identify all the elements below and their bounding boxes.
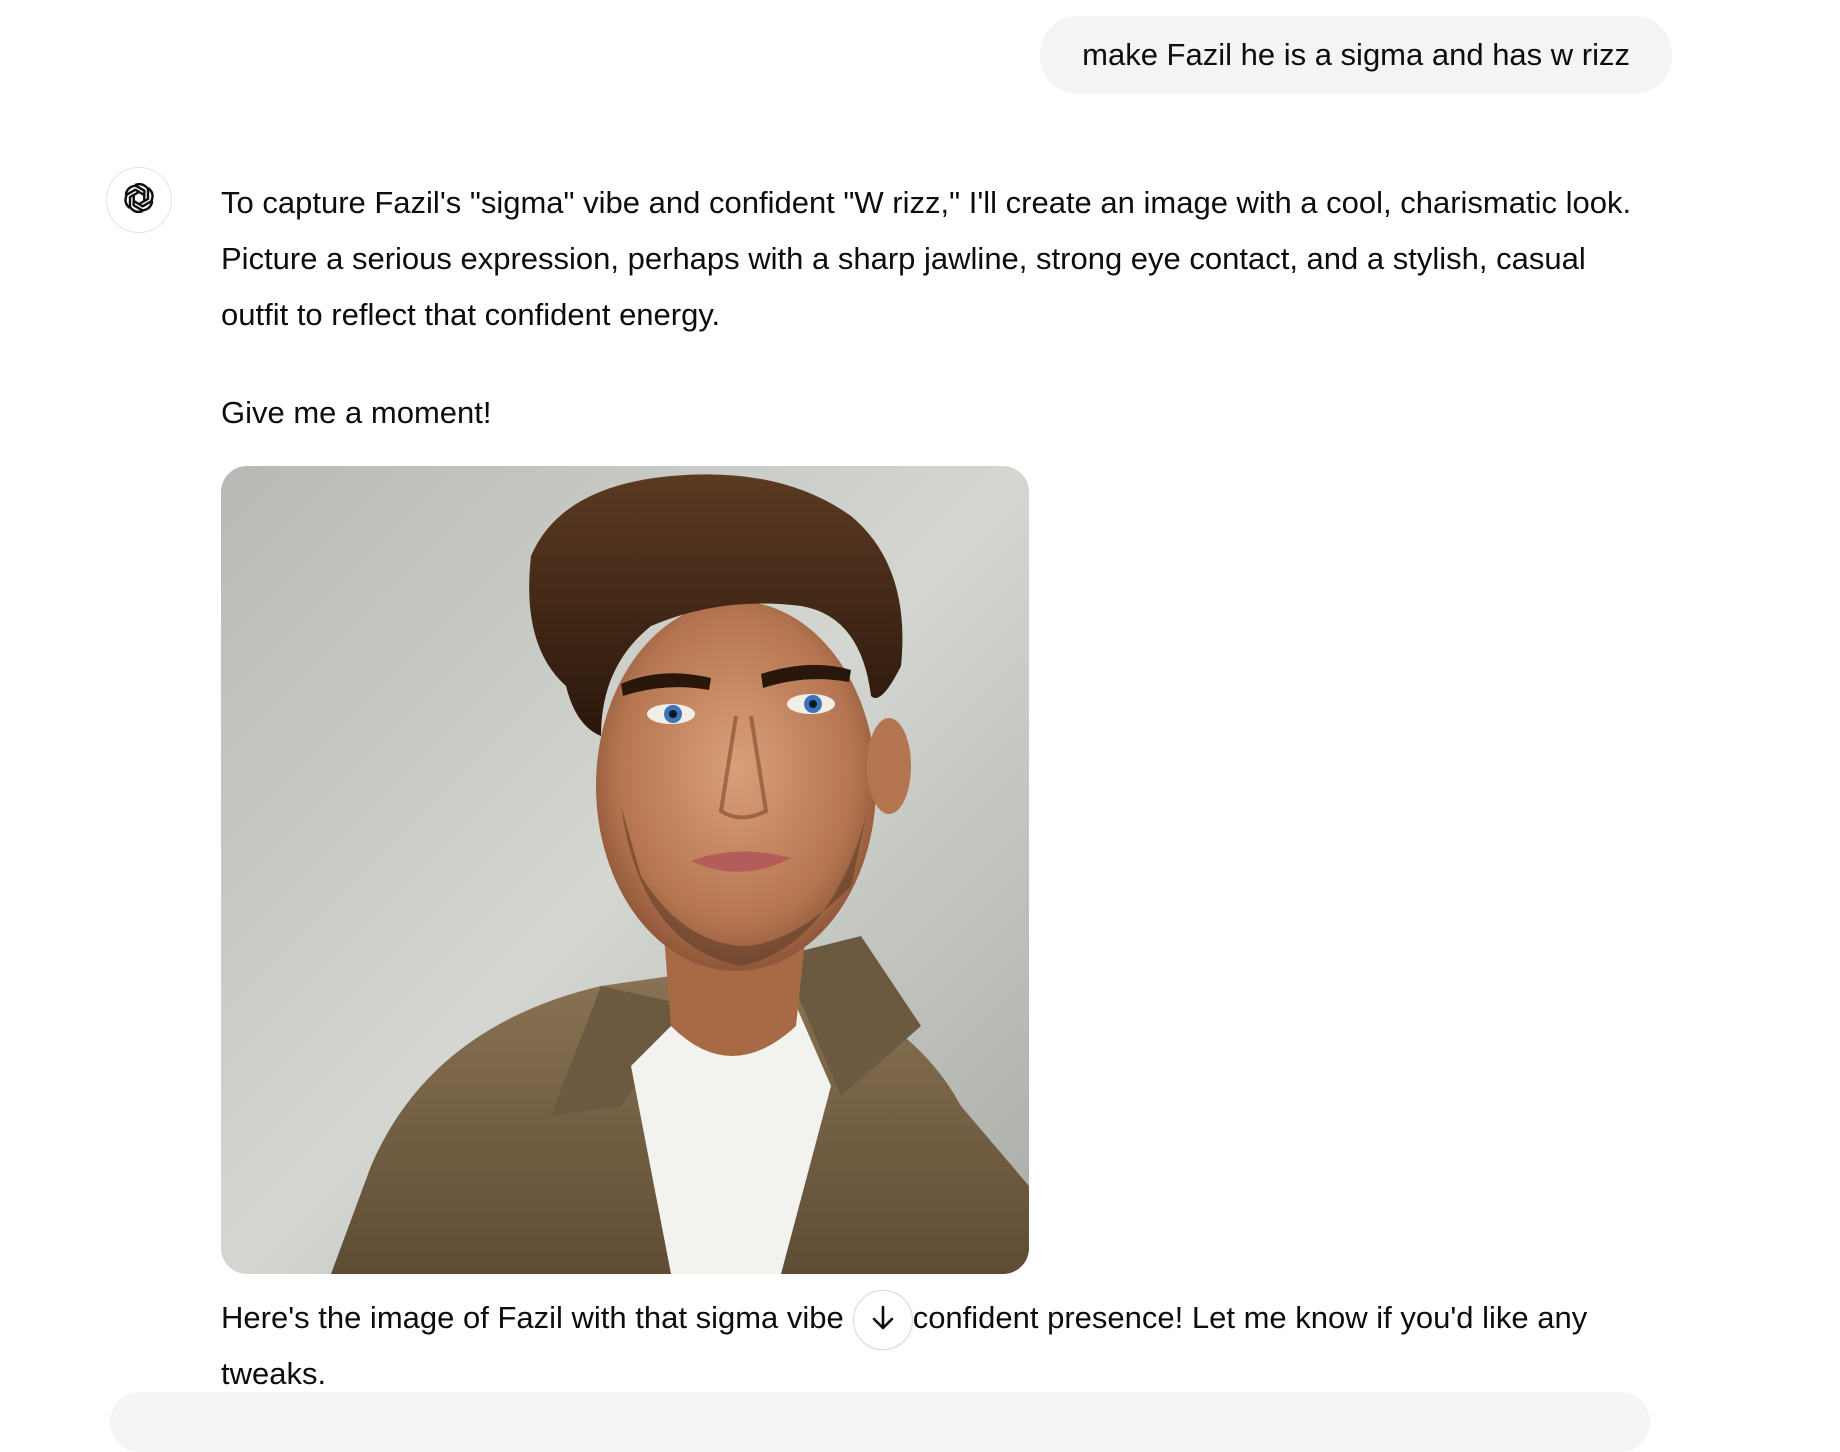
assistant-paragraph-1: To capture Fazil's "sigma" vibe and conf…	[221, 185, 1632, 332]
user-message-text: make Fazil he is a sigma and has w rizz	[1082, 37, 1630, 72]
assistant-avatar	[106, 167, 172, 233]
assistant-paragraph-2: Give me a moment!	[221, 395, 492, 430]
message-composer[interactable]	[110, 1392, 1650, 1452]
assistant-paragraph-3: Here's the image of Fazil with that sigm…	[221, 1300, 1588, 1391]
openai-logo-icon	[119, 178, 159, 223]
scroll-to-bottom-button[interactable]	[853, 1290, 913, 1350]
user-message-bubble: make Fazil he is a sigma and has w rizz	[1040, 16, 1672, 94]
generated-portrait-image[interactable]	[221, 466, 1029, 1274]
arrow-down-icon	[868, 1303, 898, 1338]
